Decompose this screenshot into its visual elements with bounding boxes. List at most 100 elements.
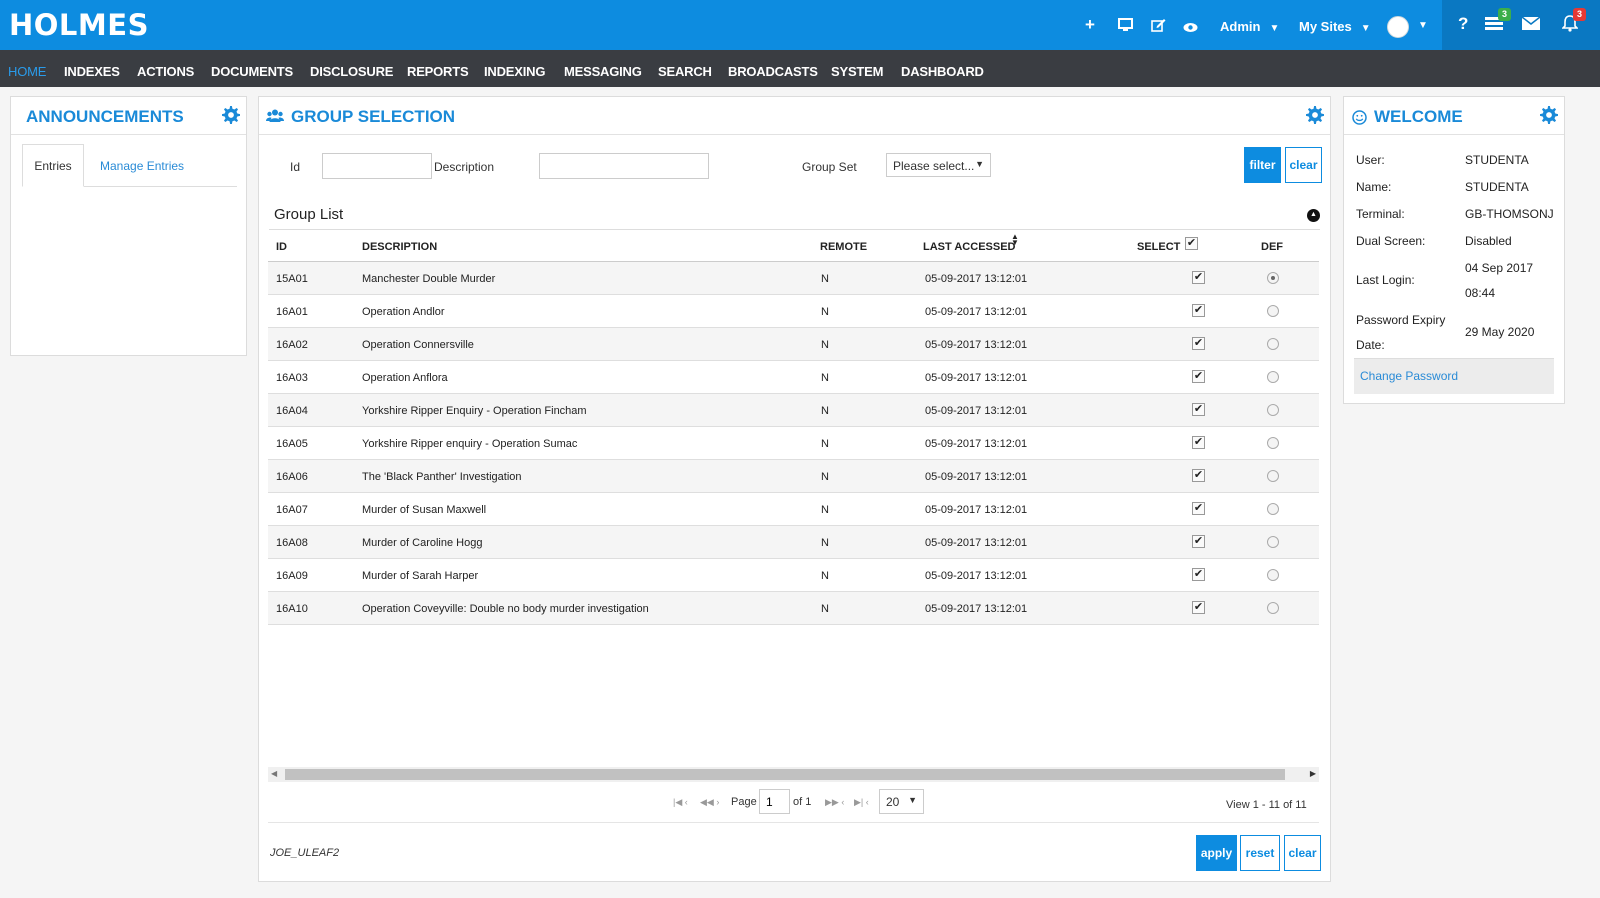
menu-system[interactable]: SYSTEM — [831, 64, 883, 79]
row-select-checkbox[interactable]: ✔ — [1192, 370, 1205, 383]
last-page-icon[interactable]: ▶| ‹ — [854, 797, 869, 808]
reset-button[interactable]: reset — [1240, 835, 1280, 871]
row-select-checkbox[interactable]: ✔ — [1192, 436, 1205, 449]
menu-indexes[interactable]: INDEXES — [64, 64, 120, 79]
row-select-checkbox[interactable]: ✔ — [1192, 469, 1205, 482]
mail-icon[interactable] — [1521, 16, 1541, 34]
row-default-radio[interactable] — [1267, 404, 1279, 416]
column-header-remote[interactable]: REMOTE — [820, 241, 867, 253]
menu-dashboard[interactable]: DASHBOARD — [901, 64, 984, 79]
next-page-icon[interactable]: ▶▶ ‹ — [825, 797, 844, 808]
table-row[interactable]: 16A04 Yorkshire Ripper Enquiry - Operatio… — [268, 394, 1319, 427]
divider — [11, 134, 246, 135]
table-row[interactable]: 16A06 The 'Black Panther' Investigation N 0… — [268, 460, 1319, 493]
row-id: 16A01 — [276, 306, 308, 318]
tab-manage-entries[interactable]: Manage Entries — [100, 159, 184, 173]
select-all-checkbox[interactable]: ✔ — [1185, 237, 1198, 250]
row-select-checkbox[interactable]: ✔ — [1192, 568, 1205, 581]
sort-icon[interactable]: ▲ ▼ — [1011, 233, 1019, 247]
row-default-radio[interactable] — [1267, 371, 1279, 383]
menu-disclosure[interactable]: DISCLOSURE — [310, 64, 393, 79]
row-default-radio[interactable] — [1267, 437, 1279, 449]
alerts-badge: 3 — [1573, 8, 1587, 21]
scrollbar-thumb[interactable] — [285, 769, 1285, 780]
row-default-radio[interactable] — [1267, 305, 1279, 317]
scroll-left-icon[interactable]: ◀ — [271, 769, 277, 778]
prev-page-icon[interactable]: ◀◀ › — [700, 797, 719, 808]
admin-dropdown[interactable]: Admin ▼ — [1220, 19, 1279, 34]
row-default-radio[interactable] — [1267, 338, 1279, 350]
help-icon[interactable]: ? — [1458, 14, 1468, 34]
chevron-down-icon: ▼ — [908, 795, 917, 805]
main-menu: HOME INDEXES ACTIONS DOCUMENTS DISCLOSUR… — [0, 50, 1600, 87]
column-header-id[interactable]: ID — [276, 241, 287, 253]
avatar[interactable] — [1387, 16, 1409, 38]
chevron-down-icon: ▼ — [1360, 23, 1371, 34]
my-sites-dropdown[interactable]: My Sites ▼ — [1299, 19, 1371, 34]
table-row[interactable]: 16A02 Operation Connersville N 05-09-2017 1… — [268, 328, 1319, 361]
change-password-link[interactable]: Change Password — [1360, 369, 1458, 383]
row-default-radio[interactable] — [1267, 536, 1279, 548]
page-of-label: of 1 — [793, 796, 812, 808]
column-header-def[interactable]: DEF — [1261, 241, 1283, 253]
first-page-icon[interactable]: |◀ ‹ — [673, 797, 688, 808]
eye-icon[interactable] — [1183, 20, 1198, 37]
menu-documents[interactable]: DOCUMENTS — [211, 64, 293, 79]
table-row[interactable]: 16A09 Murder of Sarah Harper N 05-09-2017 1… — [268, 559, 1319, 592]
users-icon — [266, 109, 284, 122]
row-default-radio[interactable] — [1267, 272, 1279, 284]
edit-icon[interactable] — [1151, 18, 1166, 36]
row-default-radio[interactable] — [1267, 569, 1279, 581]
row-default-radio[interactable] — [1267, 503, 1279, 515]
page-number-input[interactable] — [759, 789, 790, 814]
row-last-accessed: 05-09-2017 13:12:01 — [925, 537, 1028, 549]
table-row[interactable]: 16A01 Operation Andlor N 05-09-2017 13:12:0… — [268, 295, 1319, 328]
table-row[interactable]: 16A08 Murder of Caroline Hogg N 05-09-2017 … — [268, 526, 1319, 559]
table-row[interactable]: 16A05 Yorkshire Ripper enquiry - Operatio… — [268, 427, 1319, 460]
menu-search[interactable]: SEARCH — [658, 64, 712, 79]
plus-icon[interactable]: + — [1085, 15, 1095, 35]
page-size-select[interactable]: 20 ▼ — [879, 789, 924, 814]
horizontal-scrollbar[interactable]: ◀ ▶ — [268, 767, 1319, 782]
table-row[interactable]: 16A10 Operation Coveyville: Double no bod… — [268, 592, 1319, 625]
collapse-icon[interactable]: ▲ — [1307, 209, 1320, 222]
clear-button[interactable]: clear — [1284, 835, 1321, 871]
column-header-select[interactable]: SELECT — [1137, 241, 1180, 253]
tab-entries[interactable]: Entries — [22, 144, 84, 187]
menu-actions[interactable]: ACTIONS — [137, 64, 194, 79]
table-row[interactable]: 16A07 Murder of Susan Maxwell N 05-09-2017 … — [268, 493, 1319, 526]
chevron-down-icon[interactable]: ▼ — [1418, 20, 1428, 31]
table-row[interactable]: 16A03 Operation Anflora N 05-09-2017 13:12:… — [268, 361, 1319, 394]
scroll-right-icon[interactable]: ▶ — [1310, 769, 1316, 778]
menu-indexing[interactable]: INDEXING — [484, 64, 545, 79]
menu-messaging[interactable]: MESSAGING — [564, 64, 642, 79]
menu-reports[interactable]: REPORTS — [407, 64, 469, 79]
row-default-radio[interactable] — [1267, 602, 1279, 614]
table-row[interactable]: 15A01 Manchester Double Murder N 05-09-2017… — [268, 262, 1319, 295]
group-list-title: Group List — [274, 206, 344, 223]
gear-icon[interactable] — [1306, 106, 1324, 124]
menu-broadcasts[interactable]: BROADCASTS — [728, 64, 818, 79]
apply-button[interactable]: apply — [1196, 835, 1237, 871]
monitor-icon[interactable] — [1118, 18, 1133, 36]
row-select-checkbox[interactable]: ✔ — [1192, 502, 1205, 515]
filter-button[interactable]: filter — [1244, 147, 1281, 183]
menu-home[interactable]: HOME — [8, 64, 46, 79]
row-id: 16A10 — [276, 603, 308, 615]
id-input[interactable] — [322, 153, 432, 179]
gear-icon[interactable] — [222, 106, 240, 124]
column-header-last-accessed[interactable]: LAST ACCESSED — [923, 241, 1016, 253]
row-select-checkbox[interactable]: ✔ — [1192, 403, 1205, 416]
row-select-checkbox[interactable]: ✔ — [1192, 271, 1205, 284]
app-logo[interactable]: HOLMES — [9, 8, 149, 42]
clear-filter-button[interactable]: clear — [1285, 147, 1322, 183]
group-set-select[interactable]: Please select... ▼ — [886, 153, 991, 177]
gear-icon[interactable] — [1540, 106, 1558, 124]
description-input[interactable] — [539, 153, 709, 179]
row-default-radio[interactable] — [1267, 470, 1279, 482]
column-header-description[interactable]: DESCRIPTION — [362, 241, 437, 253]
row-select-checkbox[interactable]: ✔ — [1192, 337, 1205, 350]
row-select-checkbox[interactable]: ✔ — [1192, 535, 1205, 548]
row-select-checkbox[interactable]: ✔ — [1192, 304, 1205, 317]
row-select-checkbox[interactable]: ✔ — [1192, 601, 1205, 614]
